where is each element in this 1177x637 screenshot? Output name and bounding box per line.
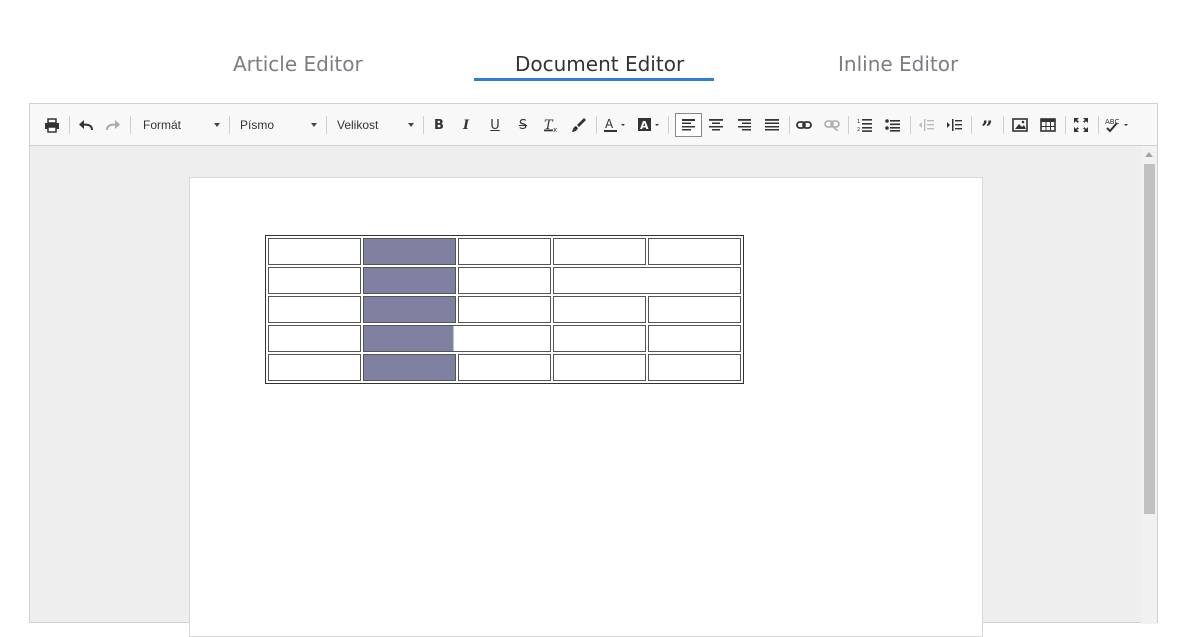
svg-text:ABC: ABC (1105, 118, 1119, 126)
toolbar-separator (130, 116, 131, 134)
toolbar-separator (229, 116, 230, 134)
table-cell[interactable] (458, 267, 551, 294)
table-cell-selected[interactable] (363, 296, 456, 323)
table-cell[interactable] (268, 296, 361, 323)
toolbar-separator (1065, 116, 1066, 134)
tab-inline-editor[interactable]: Inline Editor (838, 52, 958, 76)
chevron-down-icon (408, 123, 414, 127)
print-icon[interactable] (41, 114, 63, 136)
svg-text:A: A (640, 119, 649, 132)
table-row (268, 238, 741, 265)
text-color-icon[interactable]: A (603, 114, 629, 136)
maximize-icon[interactable] (1070, 114, 1092, 136)
table-cell[interactable] (553, 354, 646, 381)
spellcheck-icon[interactable]: ABC (1104, 114, 1134, 136)
toolbar-separator (69, 116, 70, 134)
unlink-icon[interactable] (821, 114, 843, 136)
toolbar-separator (423, 116, 424, 134)
table-cell[interactable] (648, 296, 741, 323)
svg-text:1: 1 (857, 119, 860, 125)
italic-icon[interactable]: I (455, 114, 477, 136)
toolbar-separator (789, 116, 790, 134)
font-combo-label: Písmo (240, 118, 275, 132)
table-row (268, 354, 741, 381)
toolbar-separator (971, 116, 972, 134)
toolbar-separator (910, 116, 911, 134)
blockquote-icon[interactable]: ” (976, 114, 998, 140)
underline-icon[interactable]: U (484, 114, 506, 136)
editor-tabs: Article Editor Document Editor Inline Ed… (0, 0, 1177, 100)
scrollbar-thumb[interactable] (1144, 164, 1155, 514)
active-tab-indicator (474, 78, 714, 81)
format-combo[interactable]: Formát (143, 114, 220, 136)
table-cell-merged[interactable] (553, 267, 741, 294)
toolbar-separator (668, 116, 669, 134)
font-combo[interactable]: Písmo (240, 114, 317, 136)
table-cell[interactable] (268, 354, 361, 381)
svg-text:A: A (605, 117, 614, 131)
table-cell[interactable] (268, 238, 361, 265)
table-cell[interactable] (553, 325, 646, 352)
vertical-scrollbar[interactable] (1141, 146, 1157, 624)
table-row (268, 325, 741, 352)
background-color-icon[interactable]: A (637, 114, 663, 136)
numbered-list-icon[interactable]: 12 (854, 114, 876, 136)
size-combo[interactable]: Velikost (337, 114, 414, 136)
outdent-icon[interactable] (915, 114, 937, 136)
table-cell-merged-selected[interactable] (363, 325, 551, 352)
scroll-up-arrow-icon[interactable] (1145, 152, 1153, 157)
bold-icon[interactable]: B (428, 114, 450, 136)
strikethrough-icon[interactable]: S (512, 114, 534, 136)
toolbar-separator (848, 116, 849, 134)
redo-icon[interactable] (102, 114, 124, 136)
tab-document-editor[interactable]: Document Editor (515, 52, 684, 76)
table-cell[interactable] (458, 354, 551, 381)
undo-icon[interactable] (75, 114, 97, 136)
svg-text:x: x (553, 126, 557, 133)
toolbar-separator (1003, 116, 1004, 134)
document-editor: Formát Písmo Velikost B I U S Tx A A 1 2… (29, 103, 1158, 637)
tab-article-editor[interactable]: Article Editor (233, 52, 363, 76)
table-cell-selected[interactable] (363, 238, 456, 265)
link-icon[interactable] (793, 114, 815, 136)
table-cell[interactable] (648, 238, 741, 265)
table-cell[interactable] (458, 296, 551, 323)
toolbar-separator (326, 116, 327, 134)
remove-format-icon[interactable]: Tx (540, 114, 562, 136)
align-right-icon[interactable] (733, 114, 755, 136)
align-left-icon[interactable] (675, 113, 702, 137)
document-page[interactable] (189, 177, 983, 637)
toolbar-separator (1098, 116, 1099, 134)
indent-icon[interactable] (943, 114, 965, 136)
table-row (268, 267, 741, 294)
format-combo-label: Formát (143, 118, 182, 132)
toolbar-separator (596, 116, 597, 134)
image-icon[interactable] (1009, 114, 1031, 136)
align-center-icon[interactable] (705, 114, 727, 136)
size-combo-label: Velikost (337, 118, 379, 132)
chevron-down-icon (311, 123, 317, 127)
table-cell[interactable] (553, 238, 646, 265)
table-cell-selected[interactable] (363, 267, 456, 294)
toolbar: Formát Písmo Velikost B I U S Tx A A 1 2… (30, 104, 1157, 146)
table-cell[interactable] (648, 325, 741, 352)
svg-text:2: 2 (857, 127, 860, 132)
table-cell-selected[interactable] (363, 354, 456, 381)
editor-content-area (30, 146, 1141, 637)
table-cell[interactable] (553, 296, 646, 323)
table-cell[interactable] (458, 238, 551, 265)
document-table[interactable] (265, 235, 744, 384)
bulleted-list-icon[interactable] (882, 114, 904, 136)
table-cell[interactable] (268, 325, 361, 352)
table-row (268, 296, 741, 323)
table-icon[interactable] (1037, 114, 1059, 136)
copy-format-icon[interactable] (568, 114, 590, 136)
chevron-down-icon (214, 123, 220, 127)
align-justify-icon[interactable] (761, 114, 783, 136)
table-cell[interactable] (648, 354, 741, 381)
table-cell[interactable] (268, 267, 361, 294)
